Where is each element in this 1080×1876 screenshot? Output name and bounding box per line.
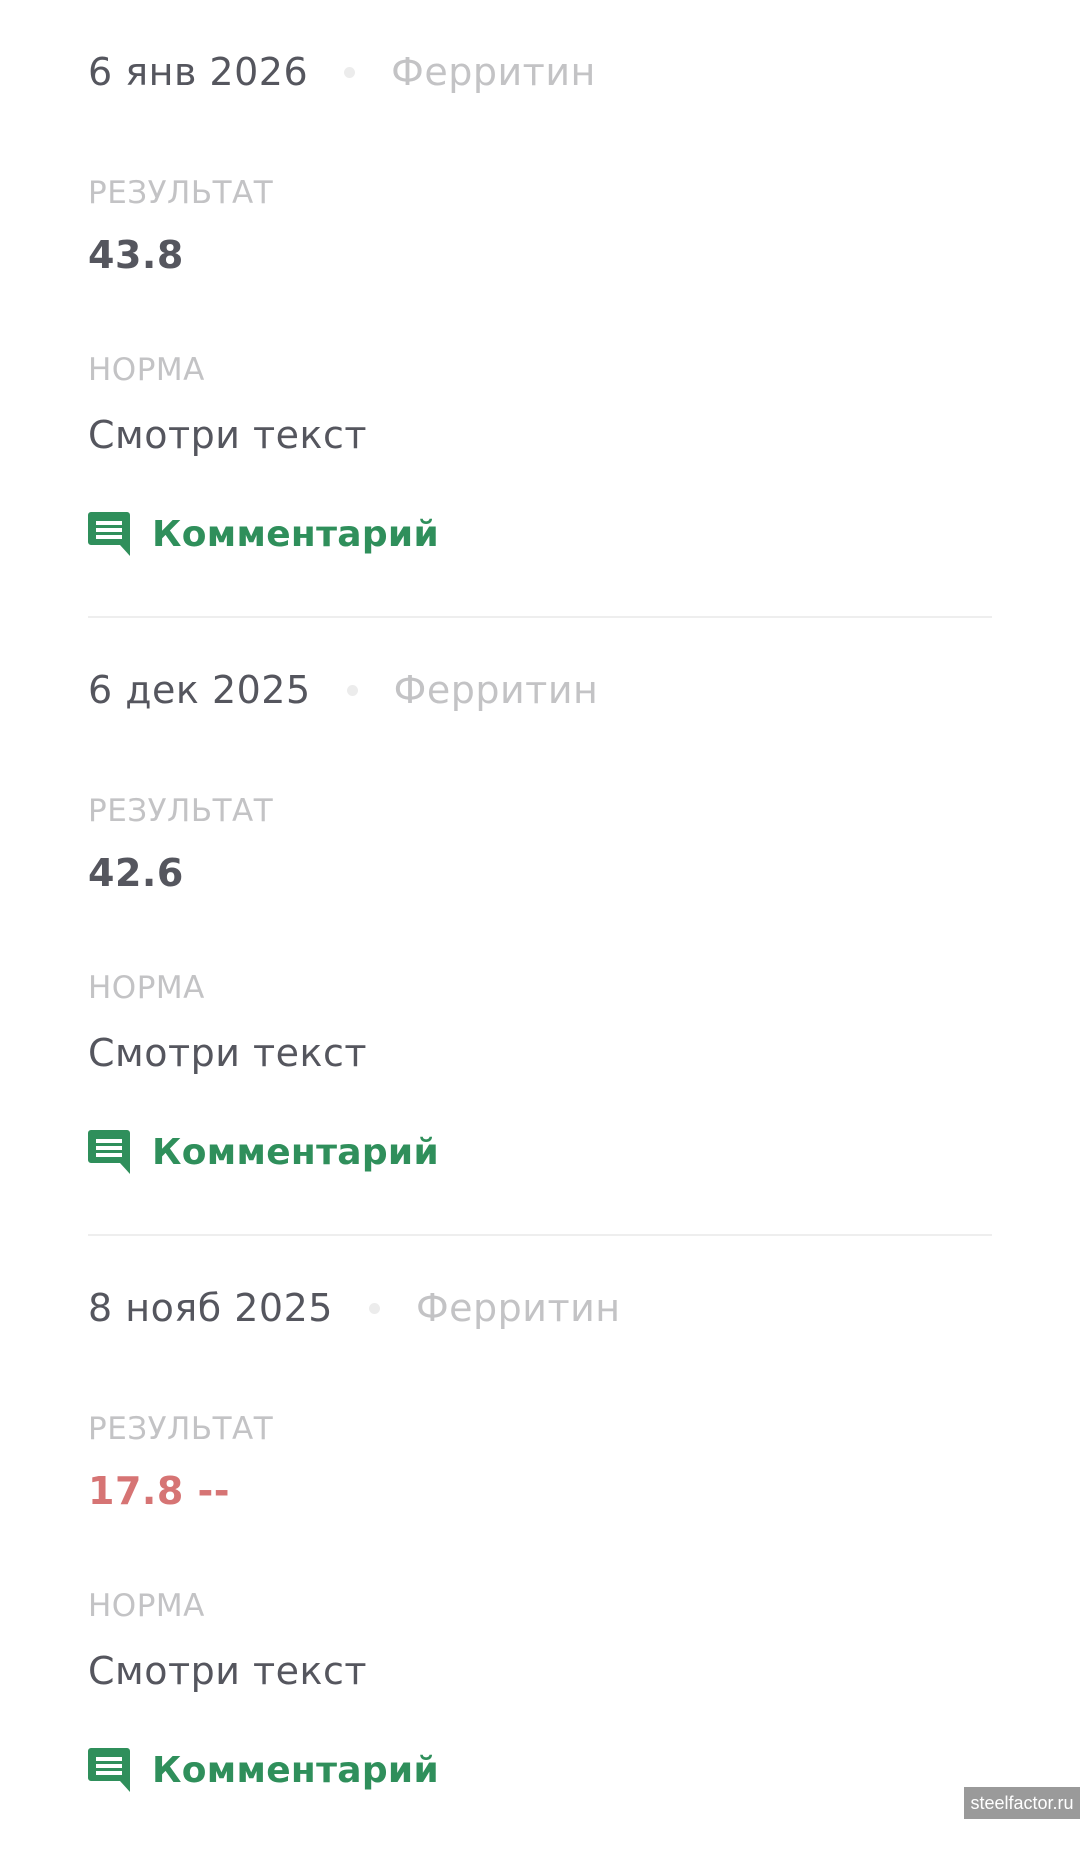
separator-dot [344, 66, 356, 78]
comment-label: Комментарий [152, 1749, 439, 1791]
norm-label: НОРМА [88, 1588, 205, 1624]
test-name: Ферритин [415, 1286, 621, 1330]
comment-icon [88, 1130, 130, 1174]
test-name: Ферритин [391, 50, 596, 94]
result-value: 43.8 [88, 233, 184, 277]
entry-date: 6 дек 2025 [88, 668, 311, 712]
result-label: РЕЗУЛЬТАТ [88, 175, 274, 211]
result-entry: 6 дек 2025 Ферритин РЕЗУЛЬТАТ 42.6 НОРМА… [88, 618, 992, 1236]
entry-header: 6 янв 2026 Ферритин [88, 48, 596, 96]
test-name: Ферритин [393, 668, 599, 712]
entry-header: 6 дек 2025 Ферритин [88, 666, 598, 714]
norm-value: Смотри текст [88, 1649, 367, 1693]
comment-button[interactable]: Комментарий [88, 1130, 439, 1174]
entry-header: 8 нояб 2025 Ферритин [88, 1284, 621, 1332]
norm-value: Смотри текст [88, 413, 367, 457]
separator-dot [346, 684, 358, 696]
norm-label: НОРМА [88, 970, 205, 1006]
result-label: РЕЗУЛЬТАТ [88, 1411, 274, 1447]
result-entry: 8 нояб 2025 Ферритин РЕЗУЛЬТАТ 17.8 -- Н… [88, 1236, 992, 1876]
result-value-abnormal: 17.8 -- [88, 1469, 231, 1513]
result-value: 42.6 [88, 851, 184, 895]
entry-date: 8 нояб 2025 [88, 1286, 333, 1330]
norm-value: Смотри текст [88, 1031, 367, 1075]
comment-label: Комментарий [152, 513, 439, 555]
results-list: 6 янв 2026 Ферритин РЕЗУЛЬТАТ 43.8 НОРМА… [88, 0, 992, 1876]
comment-label: Комментарий [152, 1131, 439, 1173]
separator-dot [368, 1302, 380, 1314]
result-entry: 6 янв 2026 Ферритин РЕЗУЛЬТАТ 43.8 НОРМА… [88, 0, 992, 618]
comment-icon [88, 1748, 130, 1792]
result-label: РЕЗУЛЬТАТ [88, 793, 274, 829]
watermark: steelfactor.ru [964, 1787, 1080, 1819]
comment-button[interactable]: Комментарий [88, 512, 439, 556]
comment-icon [88, 512, 130, 556]
comment-button[interactable]: Комментарий [88, 1748, 439, 1792]
entry-date: 6 янв 2026 [88, 50, 309, 94]
norm-label: НОРМА [88, 352, 205, 388]
